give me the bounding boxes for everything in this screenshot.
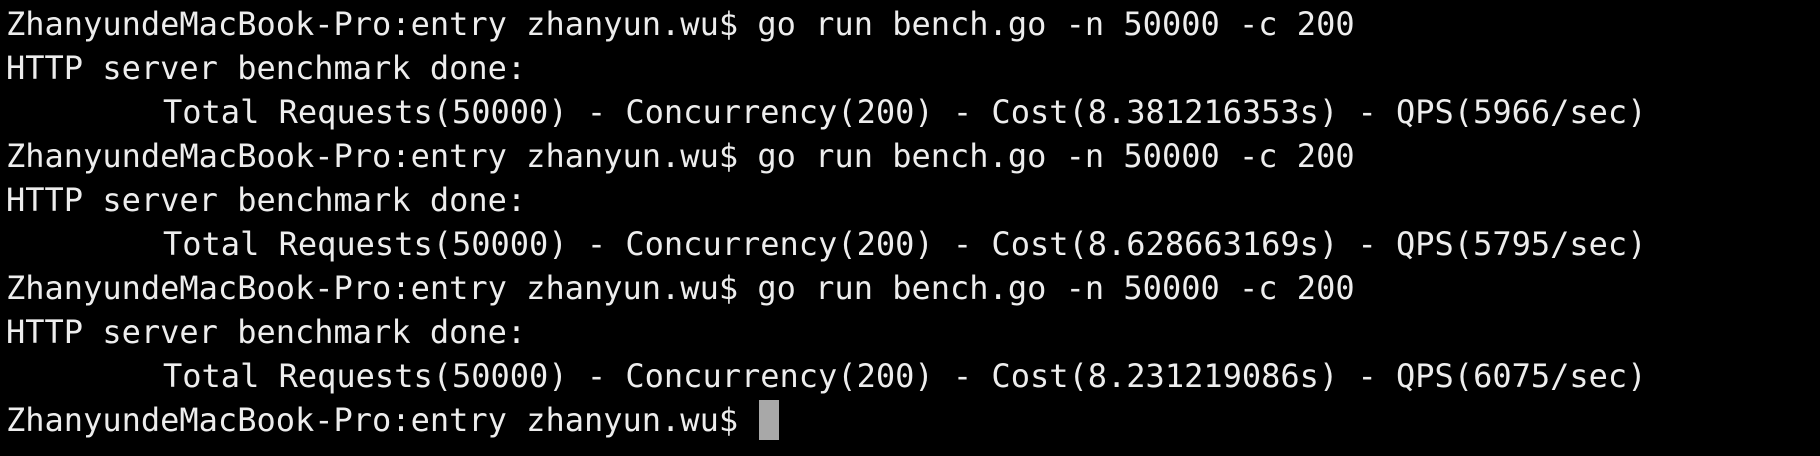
command-line: ZhanyundeMacBook-Pro:entry zhanyun.wu$ g… xyxy=(6,2,1820,46)
result-text: Total Requests(50000) - Concurrency(200)… xyxy=(163,225,1647,263)
terminal-window[interactable]: ZhanyundeMacBook-Pro:entry zhanyun.wu$ g… xyxy=(0,0,1820,456)
output-text: HTTP server benchmark done: xyxy=(6,313,527,351)
output-line: HTTP server benchmark done: xyxy=(6,46,1820,90)
prompt-text: ZhanyundeMacBook-Pro:entry zhanyun.wu$ xyxy=(6,401,758,439)
result-line: Total Requests(50000) - Concurrency(200)… xyxy=(6,90,1820,134)
result-text: Total Requests(50000) - Concurrency(200)… xyxy=(163,357,1647,395)
output-text: HTTP server benchmark done: xyxy=(6,181,527,219)
result-line: Total Requests(50000) - Concurrency(200)… xyxy=(6,354,1820,398)
command-text: ZhanyundeMacBook-Pro:entry zhanyun.wu$ g… xyxy=(6,137,1355,175)
output-line: HTTP server benchmark done: xyxy=(6,178,1820,222)
result-line: Total Requests(50000) - Concurrency(200)… xyxy=(6,222,1820,266)
cursor-block xyxy=(759,400,780,440)
result-text: Total Requests(50000) - Concurrency(200)… xyxy=(163,93,1647,131)
command-line: ZhanyundeMacBook-Pro:entry zhanyun.wu$ g… xyxy=(6,134,1820,178)
command-text: ZhanyundeMacBook-Pro:entry zhanyun.wu$ g… xyxy=(6,269,1355,307)
command-line: ZhanyundeMacBook-Pro:entry zhanyun.wu$ g… xyxy=(6,266,1820,310)
output-line: HTTP server benchmark done: xyxy=(6,310,1820,354)
command-text: ZhanyundeMacBook-Pro:entry zhanyun.wu$ g… xyxy=(6,5,1355,43)
output-text: HTTP server benchmark done: xyxy=(6,49,527,87)
active-prompt-line[interactable]: ZhanyundeMacBook-Pro:entry zhanyun.wu$ xyxy=(6,398,1820,442)
